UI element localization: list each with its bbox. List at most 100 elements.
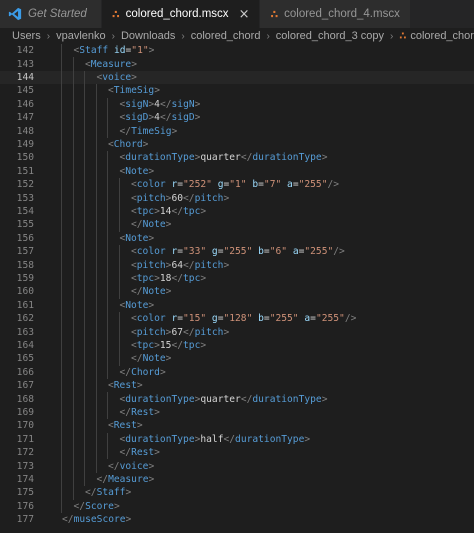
code-line[interactable]: 156 < Note >: [0, 231, 474, 245]
indent-guide: [95, 325, 97, 339]
code-line[interactable]: 175 </Staff >: [0, 486, 474, 500]
indent-guide: [118, 285, 120, 299]
code-line[interactable]: 159 < tpc >18 </tpc >: [0, 271, 474, 286]
code-text: < Staff id = "1" >: [73, 45, 155, 57]
code-text: < voice >: [96, 71, 137, 83]
code-line[interactable]: 161 < Note >: [0, 298, 474, 312]
code-line[interactable]: 174 </Measure >: [0, 472, 474, 487]
indent-guide: [107, 432, 108, 446]
code-line[interactable]: 176 </Score >: [0, 499, 474, 513]
indent-guide: [61, 218, 62, 232]
code-line[interactable]: 148 </TimeSig >: [0, 124, 474, 138]
indent-guide: [61, 338, 62, 353]
indent-guide: [84, 191, 85, 205]
line-number: 163: [16, 326, 34, 338]
indent-guide: [61, 70, 62, 85]
line-number: 152: [16, 179, 34, 191]
code-line[interactable]: 151 < Note >: [0, 164, 474, 178]
indent-guide: [118, 218, 120, 232]
indent-guide: [84, 124, 85, 138]
code-line[interactable]: 154 < tpc >14 </tpc >: [0, 204, 474, 219]
indent-guide: [61, 178, 62, 192]
indent-guide: [72, 271, 74, 286]
code-line[interactable]: 170 < Rest >: [0, 419, 474, 433]
code-line[interactable]: 143 < Measure >: [0, 57, 474, 71]
breadcrumb-file-label: colored_chord.mscx: [410, 30, 474, 42]
indent-guide: [118, 271, 120, 286]
indent-guide: [72, 325, 74, 339]
indent-guide: [84, 151, 85, 165]
indent-guide: [61, 499, 62, 513]
indent-guide: [84, 111, 85, 125]
breadcrumb-item[interactable]: Users: [12, 30, 41, 42]
code-line[interactable]: 150 < durationType > quarter </durationType >: [0, 151, 474, 165]
line-number: 171: [16, 433, 34, 445]
indent-guide: [61, 124, 62, 138]
code-line[interactable]: 165 </Note >: [0, 352, 474, 366]
breadcrumb-item[interactable]: colored_chord: [191, 30, 261, 42]
code-line[interactable]: 147 < sigD >4 </sigD >: [0, 111, 474, 125]
code-line[interactable]: 153 < pitch >60 </pitch >: [0, 191, 474, 205]
indent-guide: [72, 204, 74, 219]
chevron-right-icon: ›: [46, 30, 51, 42]
code-line[interactable]: 146 < sigN >4 </sigN >: [0, 97, 474, 111]
code-line[interactable]: 152 < color r = "252" g = "1" b = "7" a = "255"/>: [0, 178, 474, 192]
code-line[interactable]: 158 < pitch >64 </pitch >: [0, 258, 474, 272]
code-line[interactable]: 166 </Chord >: [0, 365, 474, 379]
tab-colored-chord-4[interactable]: ∴ colored_chord_4.mscx: [260, 0, 411, 28]
code-line[interactable]: 160 </Note >: [0, 285, 474, 299]
code-line[interactable]: 169 </Rest >: [0, 405, 474, 420]
indent-guide: [118, 325, 120, 339]
code-line[interactable]: 173 </voice >: [0, 459, 474, 473]
indent-guide: [95, 352, 97, 366]
indent-guide: [84, 258, 85, 272]
code-editor[interactable]: 142 < Staff id = "1" >143 < Measure >144 < voice >1…: [0, 44, 474, 533]
code-line[interactable]: 168 < durationType > quarter </durationType >: [0, 392, 474, 406]
indent-guide: [107, 178, 108, 192]
indent-guide: [61, 365, 62, 379]
indent-guide: [61, 151, 62, 165]
code-line[interactable]: 142 < Staff id = "1" >: [0, 44, 474, 58]
code-line[interactable]: 157 < color r = "33" g = "255" b = "6" a = "255"/>: [0, 245, 474, 259]
code-line[interactable]: 149 < Chord >: [0, 137, 474, 152]
indent-guide: [95, 312, 97, 326]
code-line[interactable]: 171 < durationType > half </durationType >: [0, 432, 474, 446]
line-number: 157: [16, 246, 34, 258]
breadcrumb-item[interactable]: colored_chord_3 copy: [276, 30, 384, 42]
breadcrumb-item[interactable]: ∴ colored_chord.mscx: [399, 30, 474, 42]
line-number: 143: [16, 58, 34, 70]
indent-guide: [84, 178, 85, 192]
indent-guide: [84, 298, 85, 312]
code-text: < Note >: [119, 165, 155, 177]
breadcrumb-item[interactable]: vpavlenko: [56, 30, 106, 42]
indent-guide: [61, 446, 62, 460]
close-icon[interactable]: ×: [239, 7, 250, 22]
indent-guide: [95, 231, 97, 245]
indent-guide: [84, 285, 85, 299]
code-line[interactable]: 167 < Rest >: [0, 379, 474, 393]
code-line[interactable]: 164 < tpc >15 </tpc >: [0, 338, 474, 353]
code-line[interactable]: 177 </museScore >: [0, 513, 474, 526]
indent-guide: [72, 111, 74, 125]
indent-guide: [72, 218, 74, 232]
indent-guide: [61, 97, 62, 111]
indent-guide: [107, 151, 108, 165]
code-line[interactable]: 144 < voice >: [0, 70, 474, 85]
indent-guide: [61, 57, 62, 71]
code-line[interactable]: 162 < color r = "15" g = "128" b = "255" a = "255"…: [0, 312, 474, 326]
indent-guide: [95, 379, 97, 393]
breadcrumb-item[interactable]: Downloads: [121, 30, 175, 42]
code-line[interactable]: 145 < TimeSig >: [0, 84, 474, 98]
indent-guide: [84, 218, 85, 232]
tab-get-started[interactable]: Get Started: [0, 0, 102, 28]
indent-guide: [72, 392, 74, 406]
code-line[interactable]: 155 </Note >: [0, 218, 474, 232]
tab-colored-chord[interactable]: ∴ colored_chord.mscx ×: [102, 0, 261, 28]
indent-guide: [72, 472, 74, 487]
indent-guide: [84, 84, 85, 98]
code-line[interactable]: 163 < pitch >67 </pitch >: [0, 325, 474, 339]
code-line[interactable]: 172 </Rest >: [0, 446, 474, 460]
line-number: 175: [16, 487, 34, 499]
indent-guide: [84, 352, 85, 366]
indent-guide: [84, 70, 85, 85]
